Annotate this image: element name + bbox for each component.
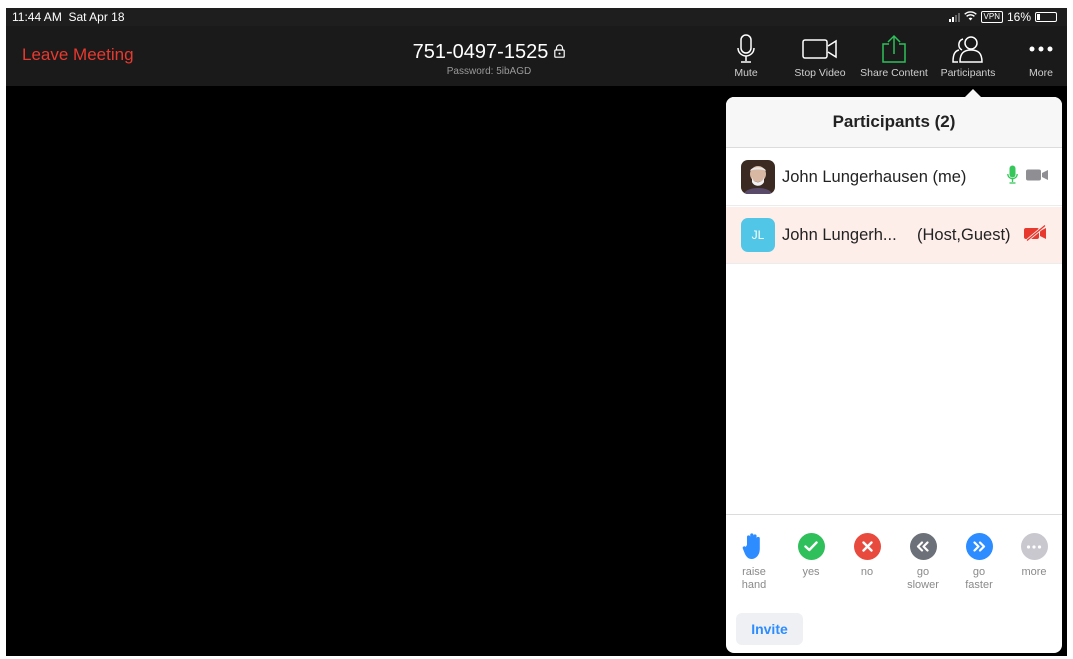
video-camera-icon	[802, 34, 838, 64]
fast-forward-icon	[965, 533, 993, 560]
participant-row[interactable]: John Lungerhausen (me)	[726, 149, 1062, 206]
share-upload-icon	[880, 34, 908, 64]
raise-hand-button[interactable]: raise hand	[726, 533, 782, 592]
share-content-button[interactable]: Share Content	[856, 34, 932, 84]
panel-pointer	[964, 89, 982, 98]
participants-label: Participants	[940, 67, 996, 79]
battery-icon	[1035, 12, 1057, 22]
participant-name: John Lungerhausen (me)	[782, 168, 966, 187]
more-label: More	[1029, 67, 1053, 79]
go-slower-button[interactable]: go slower	[895, 533, 951, 592]
no-button[interactable]: no	[839, 533, 895, 579]
more-dots-icon	[1020, 533, 1048, 560]
participant-status-icons	[1007, 165, 1048, 190]
stop-video-button[interactable]: Stop Video	[790, 34, 850, 84]
vpn-badge: VPN	[980, 11, 1003, 23]
avatar: JL	[741, 218, 775, 252]
participants-panel: Participants (2) John Lungerhausen (me) …	[726, 89, 1062, 653]
battery-percent: 16%	[1006, 10, 1031, 24]
mute-button[interactable]: Mute	[726, 34, 766, 84]
video-camera-icon	[1026, 168, 1048, 186]
meeting-id[interactable]: 751-0497-1525	[413, 41, 566, 64]
status-clock: 11:44 AM	[12, 10, 62, 24]
no-label: no	[860, 566, 874, 578]
more-dots-icon	[1028, 34, 1054, 64]
wifi-icon	[963, 10, 977, 24]
raise-hand-icon	[741, 533, 768, 560]
status-indicators: VPN 16%	[948, 10, 1057, 24]
go-faster-button[interactable]: go faster	[951, 533, 1007, 592]
yes-label: yes	[802, 566, 820, 578]
yes-button[interactable]: yes	[783, 533, 839, 579]
more-button[interactable]: More	[1021, 34, 1061, 84]
check-icon	[797, 533, 825, 560]
participants-title: Participants (2)	[726, 97, 1062, 148]
microphone-active-icon	[1007, 165, 1018, 190]
rewind-icon	[909, 533, 937, 560]
participant-row[interactable]: JL John Lungerh... (Host,Guest)	[726, 207, 1062, 264]
participant-role: (Host,Guest)	[917, 225, 1011, 244]
share-content-label: Share Content	[860, 67, 928, 79]
invite-button[interactable]: Invite	[736, 613, 803, 645]
stop-video-label: Stop Video	[794, 67, 846, 79]
video-off-icon	[1024, 223, 1048, 246]
more-feedback-button[interactable]: more	[1006, 533, 1062, 579]
cell-signal-icon	[948, 12, 960, 22]
avatar	[741, 160, 775, 194]
status-date: Sat Apr 18	[68, 10, 125, 24]
microphone-icon	[736, 34, 756, 64]
more-feedback-label: more	[1021, 566, 1047, 578]
lock-icon	[554, 41, 566, 64]
app-screen: 11:44 AM Sat Apr 18 VPN 16% Leave Meetin…	[6, 8, 1067, 656]
x-icon	[853, 533, 881, 560]
participant-name-text: John Lungerhausen	[782, 167, 928, 186]
go-slower-label: go slower	[907, 566, 939, 591]
participants-button[interactable]: Participants	[937, 34, 999, 84]
feedback-divider	[726, 514, 1062, 515]
meeting-info: 751-0497-1525 Password: 5ibAGD	[306, 41, 672, 77]
status-bar: 11:44 AM Sat Apr 18 VPN 16%	[6, 8, 1067, 26]
meeting-password: Password: 5ibAGD	[446, 66, 532, 77]
raise-hand-label: raise hand	[741, 566, 767, 591]
meeting-id-text: 751-0497-1525	[412, 41, 549, 63]
participant-status-icons	[1024, 223, 1048, 246]
status-time: 11:44 AM Sat Apr 18	[12, 10, 125, 24]
mute-label: Mute	[734, 67, 758, 79]
participant-name: John Lungerh...	[782, 225, 897, 244]
participants-icon	[951, 34, 985, 64]
participant-me-tag: (me)	[932, 167, 967, 186]
meeting-toolbar: Leave Meeting 751-0497-1525 Password: 5i…	[6, 26, 1067, 86]
go-faster-label: go faster	[965, 566, 993, 591]
leave-meeting-button[interactable]: Leave Meeting	[22, 45, 134, 65]
